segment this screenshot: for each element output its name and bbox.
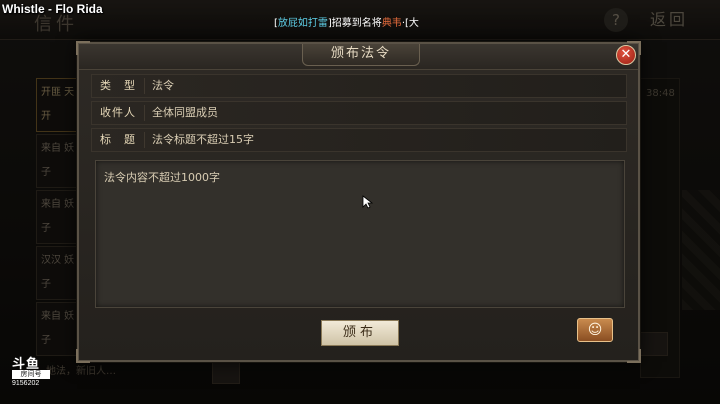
close-button[interactable]: ✕ bbox=[616, 45, 636, 65]
decree-type-row: 类 型 法令 bbox=[91, 74, 627, 98]
stream-watermark: 斗鱼 房间号 9156202 bbox=[12, 353, 56, 387]
recipient-value: 全体同盟成员 bbox=[152, 106, 218, 119]
publish-button[interactable]: 颁布 bbox=[321, 320, 399, 346]
room-id: 9156202 bbox=[12, 380, 40, 387]
emoji-button[interactable]: ☺ bbox=[577, 318, 613, 342]
content-textarea[interactable]: 法令内容不超过1000字 bbox=[95, 160, 625, 308]
close-icon: ✕ bbox=[620, 47, 632, 62]
content-placeholder: 法令内容不超过1000字 bbox=[104, 171, 220, 184]
decree-dialog: 颁布法令 ✕ 类 型 法令 收件人 全体同盟成员 标 题 法令标题不超过15字 … bbox=[76, 41, 641, 363]
dialog-title: 颁布法令 bbox=[302, 44, 420, 66]
announcement-ticker: [放屁如打雷]招募到名将典韦·[大 bbox=[274, 17, 468, 30]
now-playing-title: Whistle - Flo Rida bbox=[2, 2, 103, 16]
ticker-player-name: 放屁如打雷 bbox=[277, 18, 328, 29]
frame-corner bbox=[76, 349, 90, 363]
recipient-label: 收件人 bbox=[100, 106, 136, 119]
subject-row[interactable]: 标 题 法令标题不超过15字 bbox=[91, 128, 627, 152]
type-value: 法令 bbox=[152, 79, 174, 92]
ticker-message: ]招募到名将 bbox=[327, 18, 382, 29]
douyu-logo: 斗鱼 bbox=[12, 357, 41, 372]
recipient-row: 收件人 全体同盟成员 bbox=[91, 101, 627, 125]
ticker-suffix: ·[大 bbox=[401, 18, 419, 29]
subject-label: 标 题 bbox=[100, 133, 136, 146]
row-divider bbox=[144, 105, 145, 121]
row-divider bbox=[144, 78, 145, 94]
type-label: 类 型 bbox=[100, 79, 136, 92]
ticker-hero-name: 典韦 bbox=[381, 18, 402, 29]
smile-icon: ☺ bbox=[587, 322, 603, 338]
subject-input[interactable]: 法令标题不超过15字 bbox=[152, 129, 254, 151]
row-divider bbox=[144, 132, 145, 148]
mouse-cursor-icon bbox=[362, 195, 374, 209]
frame-corner bbox=[627, 349, 641, 363]
